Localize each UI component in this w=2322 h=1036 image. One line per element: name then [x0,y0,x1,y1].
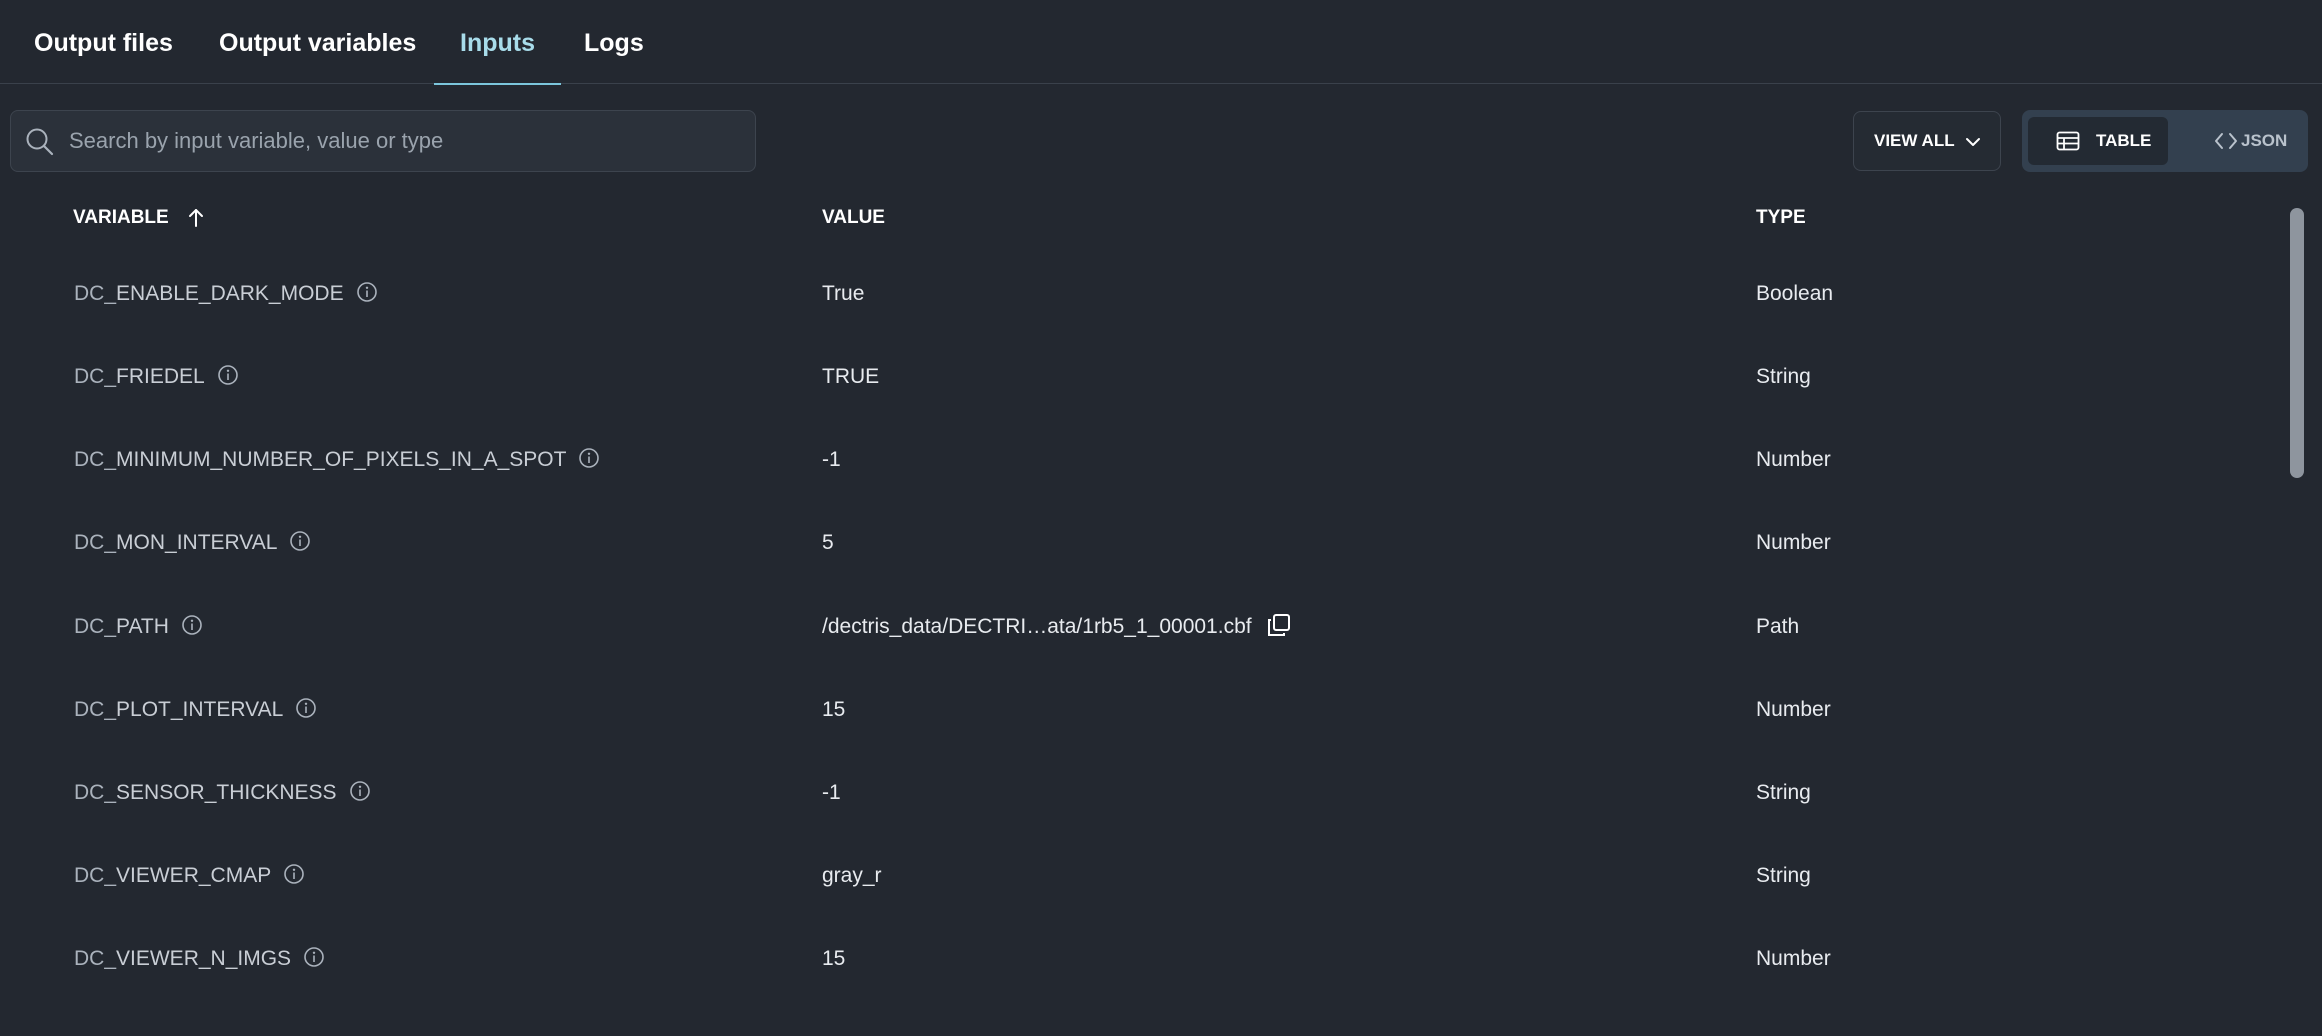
info-icon[interactable] [578,447,600,469]
variable-type: Boolean [1756,282,1834,305]
chevron-down-icon [1966,138,1980,146]
table-view-button[interactable]: TABLE [2028,117,2168,165]
column-header-type[interactable]: TYPE [1756,203,1806,233]
tab-inputs[interactable]: Inputs [434,0,561,85]
variable-value: -1 [822,448,841,471]
table-row: DC_VIEWER_CMAP gray_r String [0,834,2290,917]
variable-type: Number [1756,947,1831,970]
variable-name: DC_MINIMUM_NUMBER_OF_PIXELS_IN_A_SPOT [74,418,600,501]
variable-name: DC_VIEWER_N_IMGS [74,917,325,1000]
code-icon [2215,133,2237,149]
variable-prefix: DC_ [74,864,117,887]
variable-name: DC_SENSOR_THICKNESS [74,751,371,834]
tab-logs[interactable]: Logs [584,0,644,84]
variable-prefix: DC_ [74,947,117,970]
info-icon[interactable] [349,780,371,802]
variable-prefix: DC_ [74,531,117,554]
variable-prefix: DC_ [74,698,117,721]
info-icon[interactable] [303,946,325,968]
view-mode-toggle: TABLE JSON [2022,110,2308,172]
variable-suffix: SENSOR_THICKNESS [116,781,337,804]
variable-name: DC_ENABLE_DARK_MODE [74,252,378,335]
variable-suffix: PLOT_INTERVAL [116,698,284,721]
variable-value: True [822,282,865,305]
tab-inputs-label: Inputs [460,29,535,57]
variable-value: TRUE [822,365,880,388]
variable-value: 5 [822,531,834,554]
info-icon[interactable] [283,863,305,885]
table-icon [2056,131,2080,151]
table-row: DC_PATH /dectris_data/DECTRI…ata/1rb5_1_… [0,585,2290,668]
variable-suffix: MON_INTERVAL [116,531,278,554]
variable-value: /dectris_data/DECTRI…ata/1rb5_1_00001.cb… [822,615,1252,638]
variable-value: gray_r [822,864,882,887]
variable-suffix: VIEWER_CMAP [116,864,272,887]
info-icon[interactable] [289,530,311,552]
variable-value: -1 [822,781,841,804]
variable-suffix: ENABLE_DARK_MODE [116,282,344,305]
column-header-variable-label: VARIABLE [73,207,169,228]
info-icon[interactable] [217,364,239,386]
variable-type: Path [1756,615,1800,638]
variable-suffix: MINIMUM_NUMBER_OF_PIXELS_IN_A_SPOT [116,448,567,471]
table-row: DC_VIEWER_N_IMGS 15 Number [0,917,2290,1000]
variable-name: DC_FRIEDEL [74,335,239,418]
scrollbar-thumb[interactable] [2290,208,2304,478]
info-icon[interactable] [295,697,317,719]
variable-prefix: DC_ [74,615,117,638]
variable-name: DC_VIEWER_CMAP [74,834,305,917]
variable-type: Number [1756,698,1831,721]
info-icon[interactable] [181,614,203,636]
table-row: DC_SENSOR_THICKNESS -1 String [0,751,2290,834]
info-icon[interactable] [356,281,378,303]
view-all-label: VIEW ALL [1874,131,1955,150]
variable-name: DC_MON_INTERVAL [74,501,311,584]
variable-value: 15 [822,698,846,721]
tab-output-variables[interactable]: Output variables [219,0,416,84]
table-row: DC_ENABLE_DARK_MODE True Boolean [0,252,2290,335]
table-row: DC_FRIEDEL TRUE String [0,335,2290,418]
variable-suffix: PATH [116,615,169,638]
variable-value-with-copy: /dectris_data/DECTRI…ata/1rb5_1_00001.cb… [822,585,1292,668]
json-view-label: JSON [2241,131,2288,150]
table-row: DC_MINIMUM_NUMBER_OF_PIXELS_IN_A_SPOT -1… [0,418,2290,501]
variable-prefix: DC_ [74,781,117,804]
variable-suffix: FRIEDEL [116,365,205,388]
variable-type: Number [1756,531,1831,554]
search-box[interactable] [10,110,756,172]
copy-icon[interactable] [1266,612,1292,638]
tab-bar: Output files Output variables Inputs Log… [0,0,2322,85]
variable-prefix: DC_ [74,448,117,471]
search-input[interactable] [69,111,739,171]
table-row: DC_PLOT_INTERVAL 15 Number [0,668,2290,751]
variable-type: String [1756,781,1811,804]
view-all-dropdown[interactable]: VIEW ALL [1853,111,2001,171]
search-icon [26,128,54,156]
variable-prefix: DC_ [74,365,117,388]
variable-name: DC_PLOT_INTERVAL [74,668,317,751]
table-view-label: TABLE [2096,131,2152,150]
column-header-value[interactable]: VALUE [822,203,885,233]
json-view-button[interactable]: JSON [2172,117,2302,165]
table-row: DC_MON_INTERVAL 5 Number [0,501,2290,584]
active-tab-indicator [434,83,561,85]
column-header-variable[interactable]: VARIABLE [73,203,206,233]
variable-type: String [1756,864,1811,887]
variable-name: DC_PATH [74,585,203,668]
tab-output-files[interactable]: Output files [34,0,173,84]
variable-type: String [1756,365,1811,388]
variable-type: Number [1756,448,1831,471]
variable-prefix: DC_ [74,282,117,305]
variable-value: 15 [822,947,846,970]
variable-suffix: VIEWER_N_IMGS [116,947,292,970]
sort-ascending-icon[interactable] [186,207,206,229]
